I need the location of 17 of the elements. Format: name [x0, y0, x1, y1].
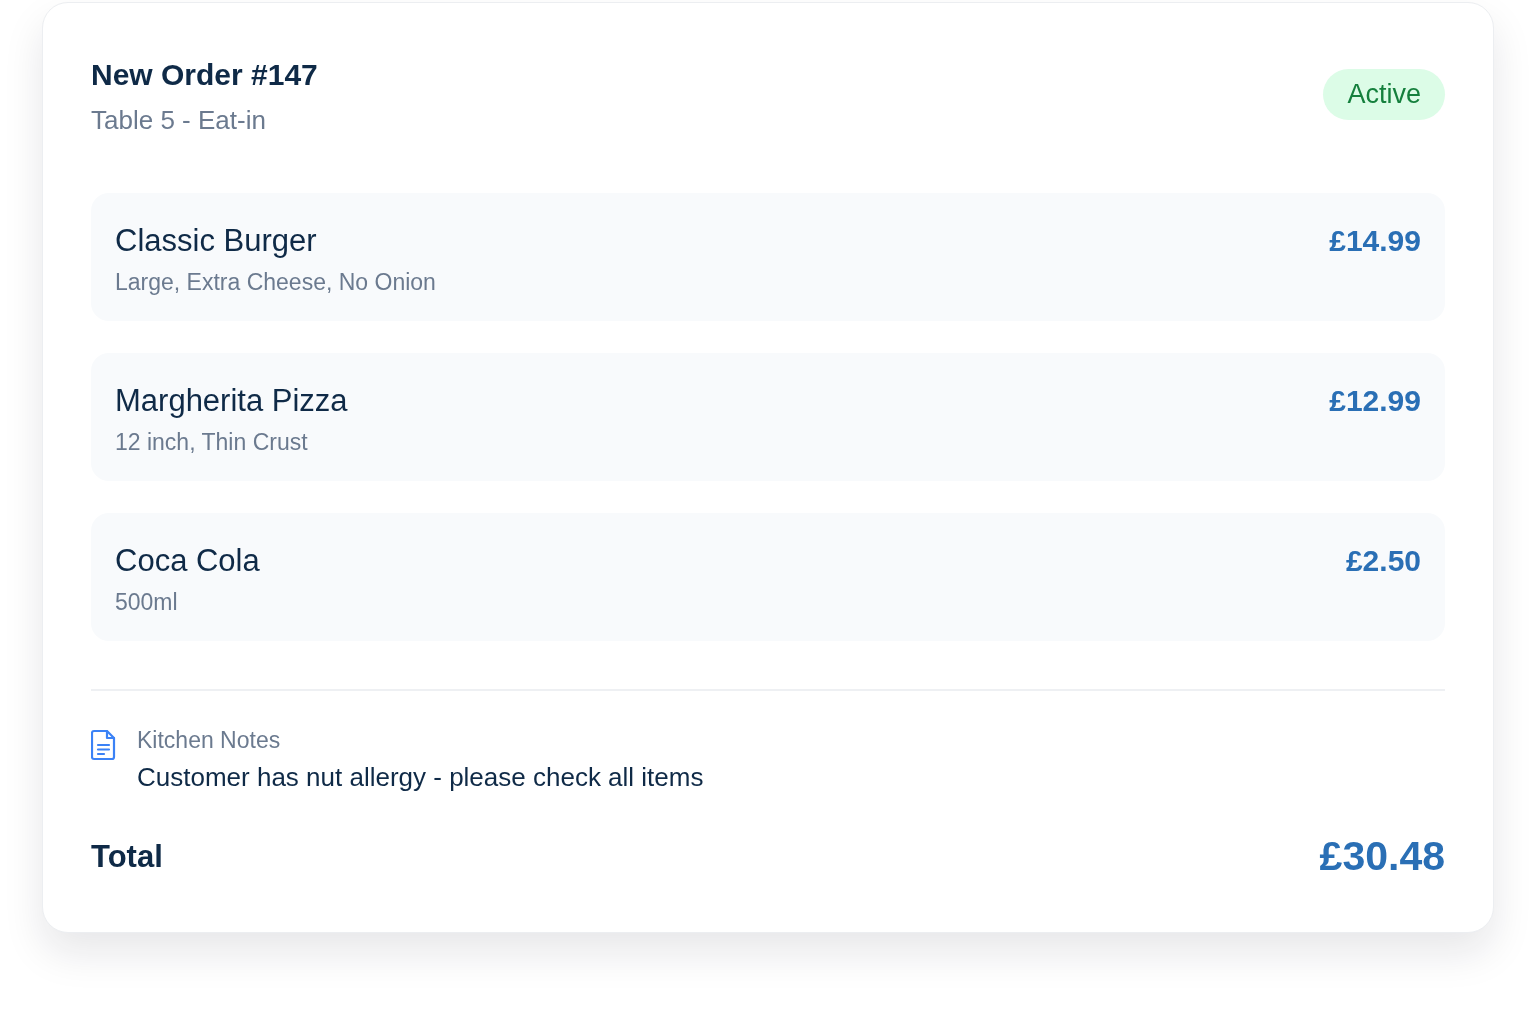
- item-name: Classic Burger: [115, 222, 318, 260]
- item-name: Margherita Pizza: [115, 382, 348, 420]
- total-value: £30.48: [1319, 833, 1445, 880]
- item-details: 500ml: [115, 588, 179, 617]
- notes-text: Customer has nut allergy - please check all items: [137, 761, 704, 794]
- item-price: £12.99: [1329, 383, 1421, 419]
- item-details: Large, Extra Cheese, No Onion: [115, 268, 436, 297]
- notes-label: Kitchen Notes: [137, 726, 282, 755]
- item-price: £14.99: [1329, 223, 1421, 259]
- order-subtitle: Table 5 - Eat-in: [91, 104, 267, 137]
- total-label: Total: [91, 838, 163, 875]
- document-icon: [91, 729, 117, 761]
- item-details: 12 inch, Thin Crust: [115, 428, 309, 457]
- item-name: Coca Cola: [115, 542, 260, 580]
- status-badge: Active: [1323, 68, 1445, 120]
- item-price: £2.50: [1345, 543, 1421, 579]
- order-title: New Order #147: [91, 57, 318, 93]
